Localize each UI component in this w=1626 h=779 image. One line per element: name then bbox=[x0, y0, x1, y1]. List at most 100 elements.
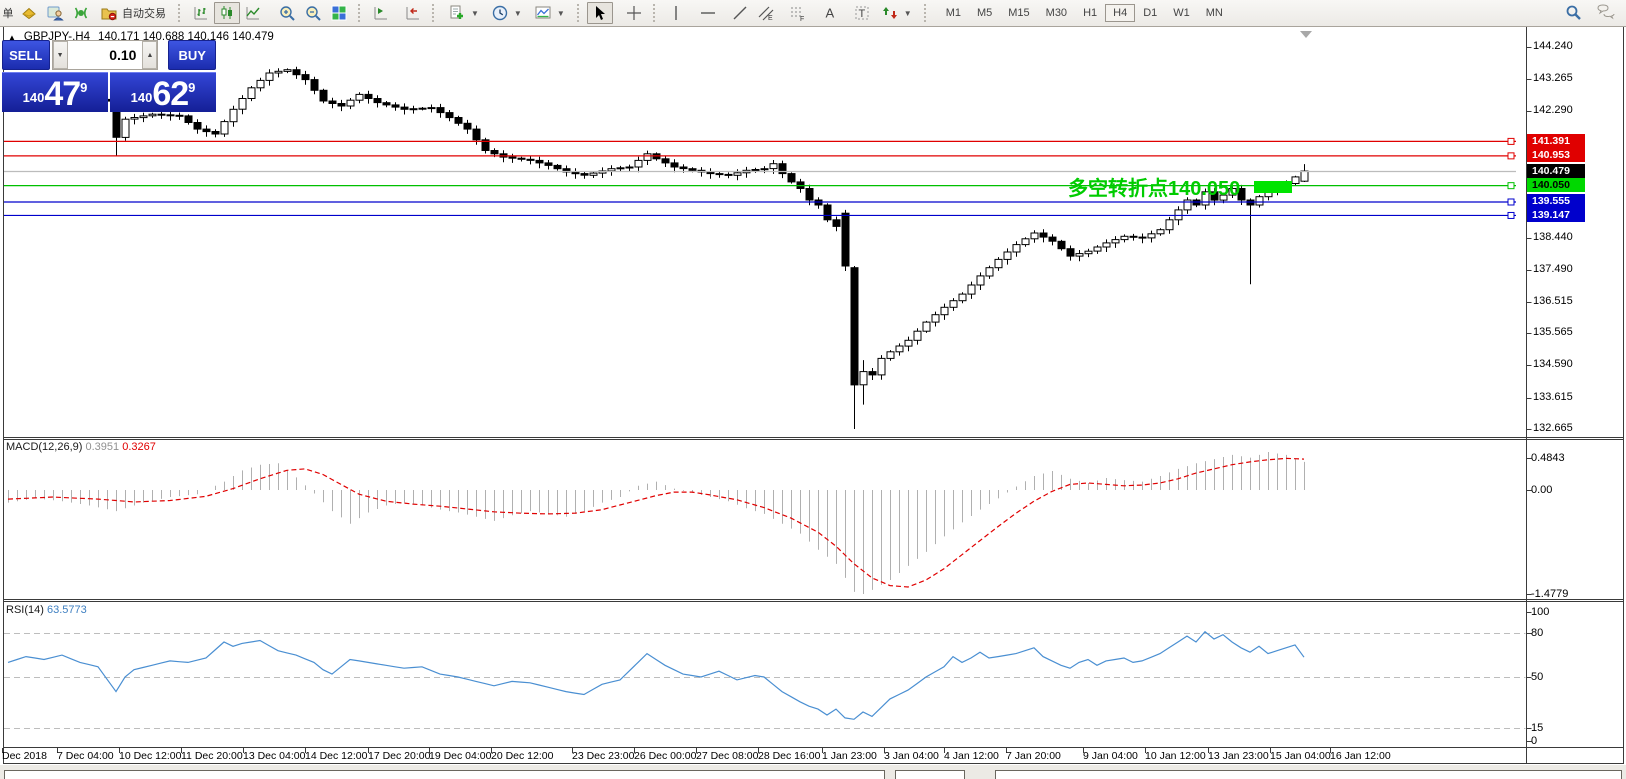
timeframe-button-m1[interactable]: M1 bbox=[938, 4, 969, 22]
chart-end-marker-icon bbox=[1300, 31, 1312, 38]
time-axis-label: 1 Jan 23:00 bbox=[822, 750, 877, 762]
chat-icon[interactable] bbox=[1596, 3, 1616, 24]
text-label-tool-button[interactable]: T bbox=[849, 2, 875, 24]
market-watch-icon[interactable] bbox=[16, 2, 42, 24]
autotrade-button[interactable]: 自动交易 bbox=[94, 2, 172, 24]
time-axis-label: 15 Jan 04:00 bbox=[1270, 750, 1331, 762]
vertical-line-tool-button[interactable] bbox=[663, 2, 689, 24]
timeframe-button-h4[interactable]: H4 bbox=[1105, 4, 1135, 22]
zoom-out-button[interactable] bbox=[300, 2, 326, 24]
time-axis-label: 3 Jan 04:00 bbox=[884, 750, 939, 762]
timeframe-button-h1[interactable]: H1 bbox=[1075, 4, 1105, 22]
data-window-icon[interactable] bbox=[42, 2, 68, 24]
time-axis-label: Dec 2018 bbox=[2, 750, 47, 762]
price-axis-tick: 135.565 bbox=[1533, 326, 1573, 338]
buy-button-label: BUY bbox=[178, 48, 205, 63]
new-order-label: 单 bbox=[3, 5, 14, 21]
tile-windows-button[interactable] bbox=[326, 2, 352, 24]
sell-button-label: SELL bbox=[9, 48, 42, 63]
crosshair-tool-button[interactable] bbox=[621, 2, 647, 24]
auto-scroll-button[interactable] bbox=[400, 2, 426, 24]
svg-text:F: F bbox=[800, 16, 804, 22]
timeframe-button-m15[interactable]: M15 bbox=[1000, 4, 1037, 22]
strategy-tester-icon[interactable] bbox=[68, 2, 94, 24]
time-axis-label: 11 Dec 20:00 bbox=[181, 750, 243, 762]
timeframe-button-m30[interactable]: M30 bbox=[1038, 4, 1075, 22]
timeframe-button-d1[interactable]: D1 bbox=[1135, 4, 1165, 22]
macd-main-value: 0.3951 bbox=[85, 441, 119, 453]
arrows-tool-button[interactable]: ▼ bbox=[875, 2, 918, 24]
rsi-label: RSI(14) 63.5773 bbox=[6, 604, 87, 616]
search-icon[interactable] bbox=[1564, 3, 1582, 24]
sell-price-big: 47 bbox=[44, 79, 80, 109]
rsi-axis-tick: 15 bbox=[1531, 722, 1543, 734]
price-axis-tick: 134.590 bbox=[1533, 358, 1573, 370]
rsi-axis-tick: 0 bbox=[1531, 735, 1537, 747]
time-axis-label: 16 Jan 12:00 bbox=[1330, 750, 1391, 762]
macd-label: MACD(12,26,9) 0.3951 0.3267 bbox=[6, 441, 156, 453]
price-chip: 139.147 bbox=[1527, 208, 1585, 222]
templates-menu-button[interactable]: ▼ bbox=[528, 2, 571, 24]
chart-canvas[interactable] bbox=[0, 27, 1626, 779]
macd-histogram bbox=[9, 452, 1305, 594]
pivot-annotation-text: 多空转折点140.050 bbox=[1068, 178, 1240, 200]
pivot-green-box[interactable] bbox=[1254, 181, 1292, 193]
channel-tool-button[interactable]: E bbox=[753, 2, 779, 24]
sell-price-prefix: 140 bbox=[23, 90, 45, 105]
timeframe-button-w1[interactable]: W1 bbox=[1165, 4, 1198, 22]
macd-axis-tick: 0.4843 bbox=[1531, 452, 1565, 464]
trendline-tool-button[interactable] bbox=[727, 2, 753, 24]
price-chip: 140.953 bbox=[1527, 148, 1585, 162]
chart-shift-button[interactable] bbox=[368, 2, 394, 24]
toolbar-separator bbox=[178, 4, 184, 22]
sell-button[interactable]: SELL bbox=[2, 40, 50, 70]
indicators-menu-button[interactable]: ▼ bbox=[442, 2, 485, 24]
rsi-value: 63.5773 bbox=[47, 604, 87, 616]
dropdown-arrow-icon: ▼ bbox=[557, 9, 565, 18]
fibonacci-tool-button[interactable]: F bbox=[785, 2, 811, 24]
cursor-tool-button[interactable] bbox=[587, 2, 613, 24]
bottom-panel-strip bbox=[0, 765, 1626, 779]
volume-value[interactable]: 0.10 bbox=[68, 41, 143, 69]
time-axis-label: 7 Jan 20:00 bbox=[1006, 750, 1061, 762]
candlestick-chart-type-button[interactable] bbox=[214, 2, 240, 24]
zoom-in-button[interactable] bbox=[274, 2, 300, 24]
time-axis-label: 10 Jan 12:00 bbox=[1145, 750, 1206, 762]
dropdown-arrow-icon: ▼ bbox=[904, 9, 912, 18]
bottom-panel-box bbox=[4, 770, 885, 779]
buy-price-box[interactable]: 140629 bbox=[110, 72, 216, 112]
new-order-button[interactable]: 单 bbox=[0, 2, 16, 24]
timeframe-button-mn[interactable]: MN bbox=[1198, 4, 1231, 22]
buy-price-big: 62 bbox=[152, 79, 188, 109]
price-chip: 139.555 bbox=[1527, 194, 1585, 208]
text-tool-button[interactable]: A bbox=[817, 2, 843, 24]
svg-text:A: A bbox=[825, 6, 834, 21]
price-chip: 140.479 bbox=[1527, 164, 1585, 178]
svg-text:E: E bbox=[768, 15, 773, 22]
line-chart-type-button[interactable] bbox=[240, 2, 266, 24]
time-axis-label: 28 Dec 16:00 bbox=[758, 750, 820, 762]
price-axis-tick: 143.265 bbox=[1533, 72, 1573, 84]
volume-increase-button[interactable]: ▲ bbox=[142, 41, 157, 69]
sell-price-box[interactable]: 140479 bbox=[2, 72, 108, 112]
candles-layer bbox=[5, 67, 1308, 429]
price-axis-tick: 133.615 bbox=[1533, 391, 1573, 403]
pivot-annotation[interactable]: 多空转折点140.050 bbox=[1068, 172, 1240, 201]
macd-axis-tick: -1.4779 bbox=[1531, 588, 1568, 600]
periods-menu-button[interactable]: ▼ bbox=[485, 2, 528, 24]
price-lines[interactable] bbox=[4, 138, 1516, 218]
horizontal-line-tool-button[interactable] bbox=[695, 2, 721, 24]
volume-decrease-button[interactable]: ▼ bbox=[53, 41, 68, 69]
buy-button[interactable]: BUY bbox=[168, 40, 216, 70]
price-axis-tick: 138.440 bbox=[1533, 231, 1573, 243]
timeframe-button-m5[interactable]: M5 bbox=[969, 4, 1000, 22]
time-axis-label: 20 Dec 12:00 bbox=[491, 750, 553, 762]
price-axis-tick: 132.665 bbox=[1533, 422, 1573, 434]
sell-price-sup: 9 bbox=[80, 80, 87, 95]
rsi-axis-tick: 80 bbox=[1531, 627, 1543, 639]
svg-text:T: T bbox=[858, 8, 865, 20]
time-axis-label: 9 Jan 04:00 bbox=[1083, 750, 1138, 762]
bar-chart-type-button[interactable] bbox=[188, 2, 214, 24]
timeframe-bar: M1M5M15M30H1H4D1W1MN bbox=[938, 4, 1231, 22]
rsi-axis-tick: 50 bbox=[1531, 671, 1543, 683]
